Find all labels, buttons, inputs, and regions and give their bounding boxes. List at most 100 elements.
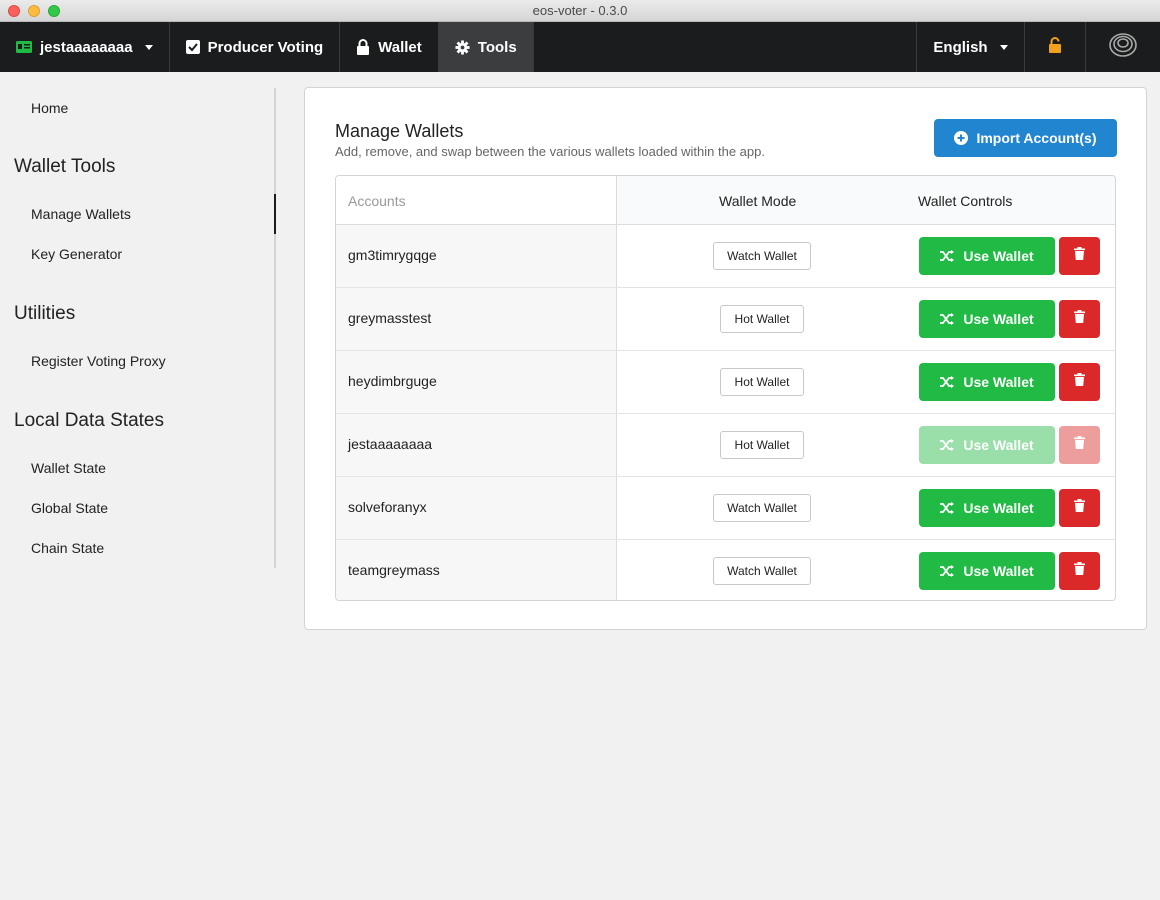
language-dropdown[interactable]: English: [916, 22, 1024, 72]
use-wallet-button[interactable]: Use Wallet: [919, 363, 1055, 401]
shuffle-icon: [940, 502, 955, 514]
unlock-icon: [1048, 37, 1062, 57]
account-dropdown[interactable]: jestaaaaaaaa: [0, 22, 170, 72]
page-title: Manage Wallets: [335, 121, 464, 141]
table-header-right: [616, 176, 1115, 224]
account-name-cell: gm3timrygqge: [336, 225, 616, 287]
checkbox-icon: [185, 40, 200, 54]
lock-icon: [356, 39, 370, 55]
nav-producer-voting-label: Producer Voting: [207, 38, 324, 56]
nav-wallet[interactable]: Wallet: [340, 22, 439, 72]
account-name-cell: solveforanyx: [336, 477, 616, 539]
table-row: jestaaaaaaaa Hot Wallet Use Wallet: [336, 414, 1115, 477]
use-wallet-label: Use Wallet: [963, 374, 1034, 390]
sidebar-section-wallet-tools: Wallet Tools: [14, 156, 116, 177]
trash-icon: [1074, 310, 1085, 328]
sidebar-item-chain-state[interactable]: Chain State: [31, 540, 104, 556]
trash-icon: [1074, 436, 1085, 454]
sidebar-section-utilities: Utilities: [14, 303, 76, 324]
row-controls: Watch Wallet Use Wallet: [616, 540, 1115, 600]
wallet-mode-button[interactable]: Watch Wallet: [713, 557, 811, 585]
import-accounts-button[interactable]: Import Account(s): [934, 119, 1117, 157]
column-header-wallet-mode: Wallet Mode: [719, 193, 797, 209]
use-wallet-button-disabled: Use Wallet: [919, 426, 1055, 464]
use-wallet-button[interactable]: Use Wallet: [919, 489, 1055, 527]
id-card-icon: [16, 41, 32, 53]
manage-wallets-card: Manage Wallets Add, remove, and swap bet…: [304, 87, 1147, 630]
sidebar-item-register-voting-proxy[interactable]: Register Voting Proxy: [31, 353, 166, 369]
app-logo: [1085, 22, 1160, 72]
shuffle-icon: [940, 439, 955, 451]
wallet-mode-button[interactable]: Hot Wallet: [720, 431, 804, 459]
use-wallet-label: Use Wallet: [963, 563, 1034, 579]
row-controls: Watch Wallet Use Wallet: [616, 225, 1115, 287]
plus-circle-icon: [954, 131, 969, 145]
wallet-mode-button[interactable]: Watch Wallet: [713, 242, 811, 270]
delete-wallet-button[interactable]: [1059, 363, 1100, 401]
account-name-cell: heydimbrguge: [336, 351, 616, 413]
delete-wallet-button-disabled: [1059, 426, 1100, 464]
sidebar-item-global-state[interactable]: Global State: [31, 500, 108, 516]
sidebar-section-local-data-states: Local Data States: [14, 410, 164, 431]
nav-producer-voting[interactable]: Producer Voting: [170, 22, 341, 72]
sidebar-item-wallet-state[interactable]: Wallet State: [31, 460, 106, 476]
column-header-accounts: Accounts: [336, 176, 616, 224]
account-name-cell: jestaaaaaaaa: [336, 414, 616, 476]
sidebar-item-home[interactable]: Home: [31, 100, 68, 116]
use-wallet-label: Use Wallet: [963, 437, 1034, 453]
shuffle-icon: [940, 313, 955, 325]
use-wallet-label: Use Wallet: [963, 248, 1034, 264]
trash-icon: [1074, 373, 1085, 391]
use-wallet-button[interactable]: Use Wallet: [919, 300, 1055, 338]
title-bar: eos-voter - 0.3.0: [0, 0, 1160, 22]
delete-wallet-button[interactable]: [1059, 489, 1100, 527]
sidebar-item-manage-wallets[interactable]: Manage Wallets: [31, 206, 131, 222]
table-row: gm3timrygqge Watch Wallet Use Wallet: [336, 225, 1115, 288]
table-header: Accounts Wallet Mode Wallet Controls: [336, 176, 1115, 225]
table-row: greymasstest Hot Wallet Use Wallet: [336, 288, 1115, 351]
sidebar-active-indicator: [274, 194, 276, 234]
greymass-logo-icon: [1108, 32, 1138, 62]
nav-tools-label: Tools: [477, 38, 517, 56]
page-subtitle: Add, remove, and swap between the variou…: [335, 144, 765, 159]
trash-icon: [1074, 247, 1085, 265]
language-label: English: [933, 38, 988, 56]
chevron-down-icon: [144, 44, 153, 50]
row-controls: Hot Wallet Use Wallet: [616, 288, 1115, 350]
table-row: teamgreymass Watch Wallet Use Wallet: [336, 540, 1115, 600]
import-accounts-label: Import Account(s): [976, 130, 1097, 146]
sidebar: Home Wallet Tools Manage Wallets Key Gen…: [0, 88, 276, 568]
shuffle-icon: [940, 250, 955, 262]
wallet-mode-button[interactable]: Hot Wallet: [720, 305, 804, 333]
use-wallet-button[interactable]: Use Wallet: [919, 237, 1055, 275]
row-controls: Watch Wallet Use Wallet: [616, 477, 1115, 539]
row-controls: Hot Wallet Use Wallet: [616, 351, 1115, 413]
shuffle-icon: [940, 376, 955, 388]
nav-tools[interactable]: Tools: [438, 22, 534, 72]
account-name-cell: teamgreymass: [336, 540, 616, 600]
use-wallet-button[interactable]: Use Wallet: [919, 552, 1055, 590]
trash-icon: [1074, 499, 1085, 517]
wallets-table: Accounts Wallet Mode Wallet Controls gm3…: [335, 175, 1116, 601]
gear-icon: [455, 39, 470, 55]
table-row: solveforanyx Watch Wallet Use Wallet: [336, 477, 1115, 540]
delete-wallet-button[interactable]: [1059, 300, 1100, 338]
account-name: jestaaaaaaaa: [40, 38, 133, 56]
account-name-cell: greymasstest: [336, 288, 616, 350]
unlock-button[interactable]: [1024, 22, 1085, 72]
use-wallet-label: Use Wallet: [963, 500, 1034, 516]
wallet-mode-button[interactable]: Watch Wallet: [713, 494, 811, 522]
nav-wallet-label: Wallet: [378, 38, 422, 56]
shuffle-icon: [940, 565, 955, 577]
table-row: heydimbrguge Hot Wallet Use Wallet: [336, 351, 1115, 414]
sidebar-item-key-generator[interactable]: Key Generator: [31, 246, 122, 262]
window-title: eos-voter - 0.3.0: [532, 3, 628, 18]
row-controls: Hot Wallet Use Wallet: [616, 414, 1115, 476]
top-navbar: jestaaaaaaaa Producer Voting Wallet Tool…: [0, 22, 1160, 72]
delete-wallet-button[interactable]: [1059, 552, 1100, 590]
wallet-mode-button[interactable]: Hot Wallet: [720, 368, 804, 396]
use-wallet-label: Use Wallet: [963, 311, 1034, 327]
delete-wallet-button[interactable]: [1059, 237, 1100, 275]
chevron-down-icon: [999, 44, 1008, 50]
